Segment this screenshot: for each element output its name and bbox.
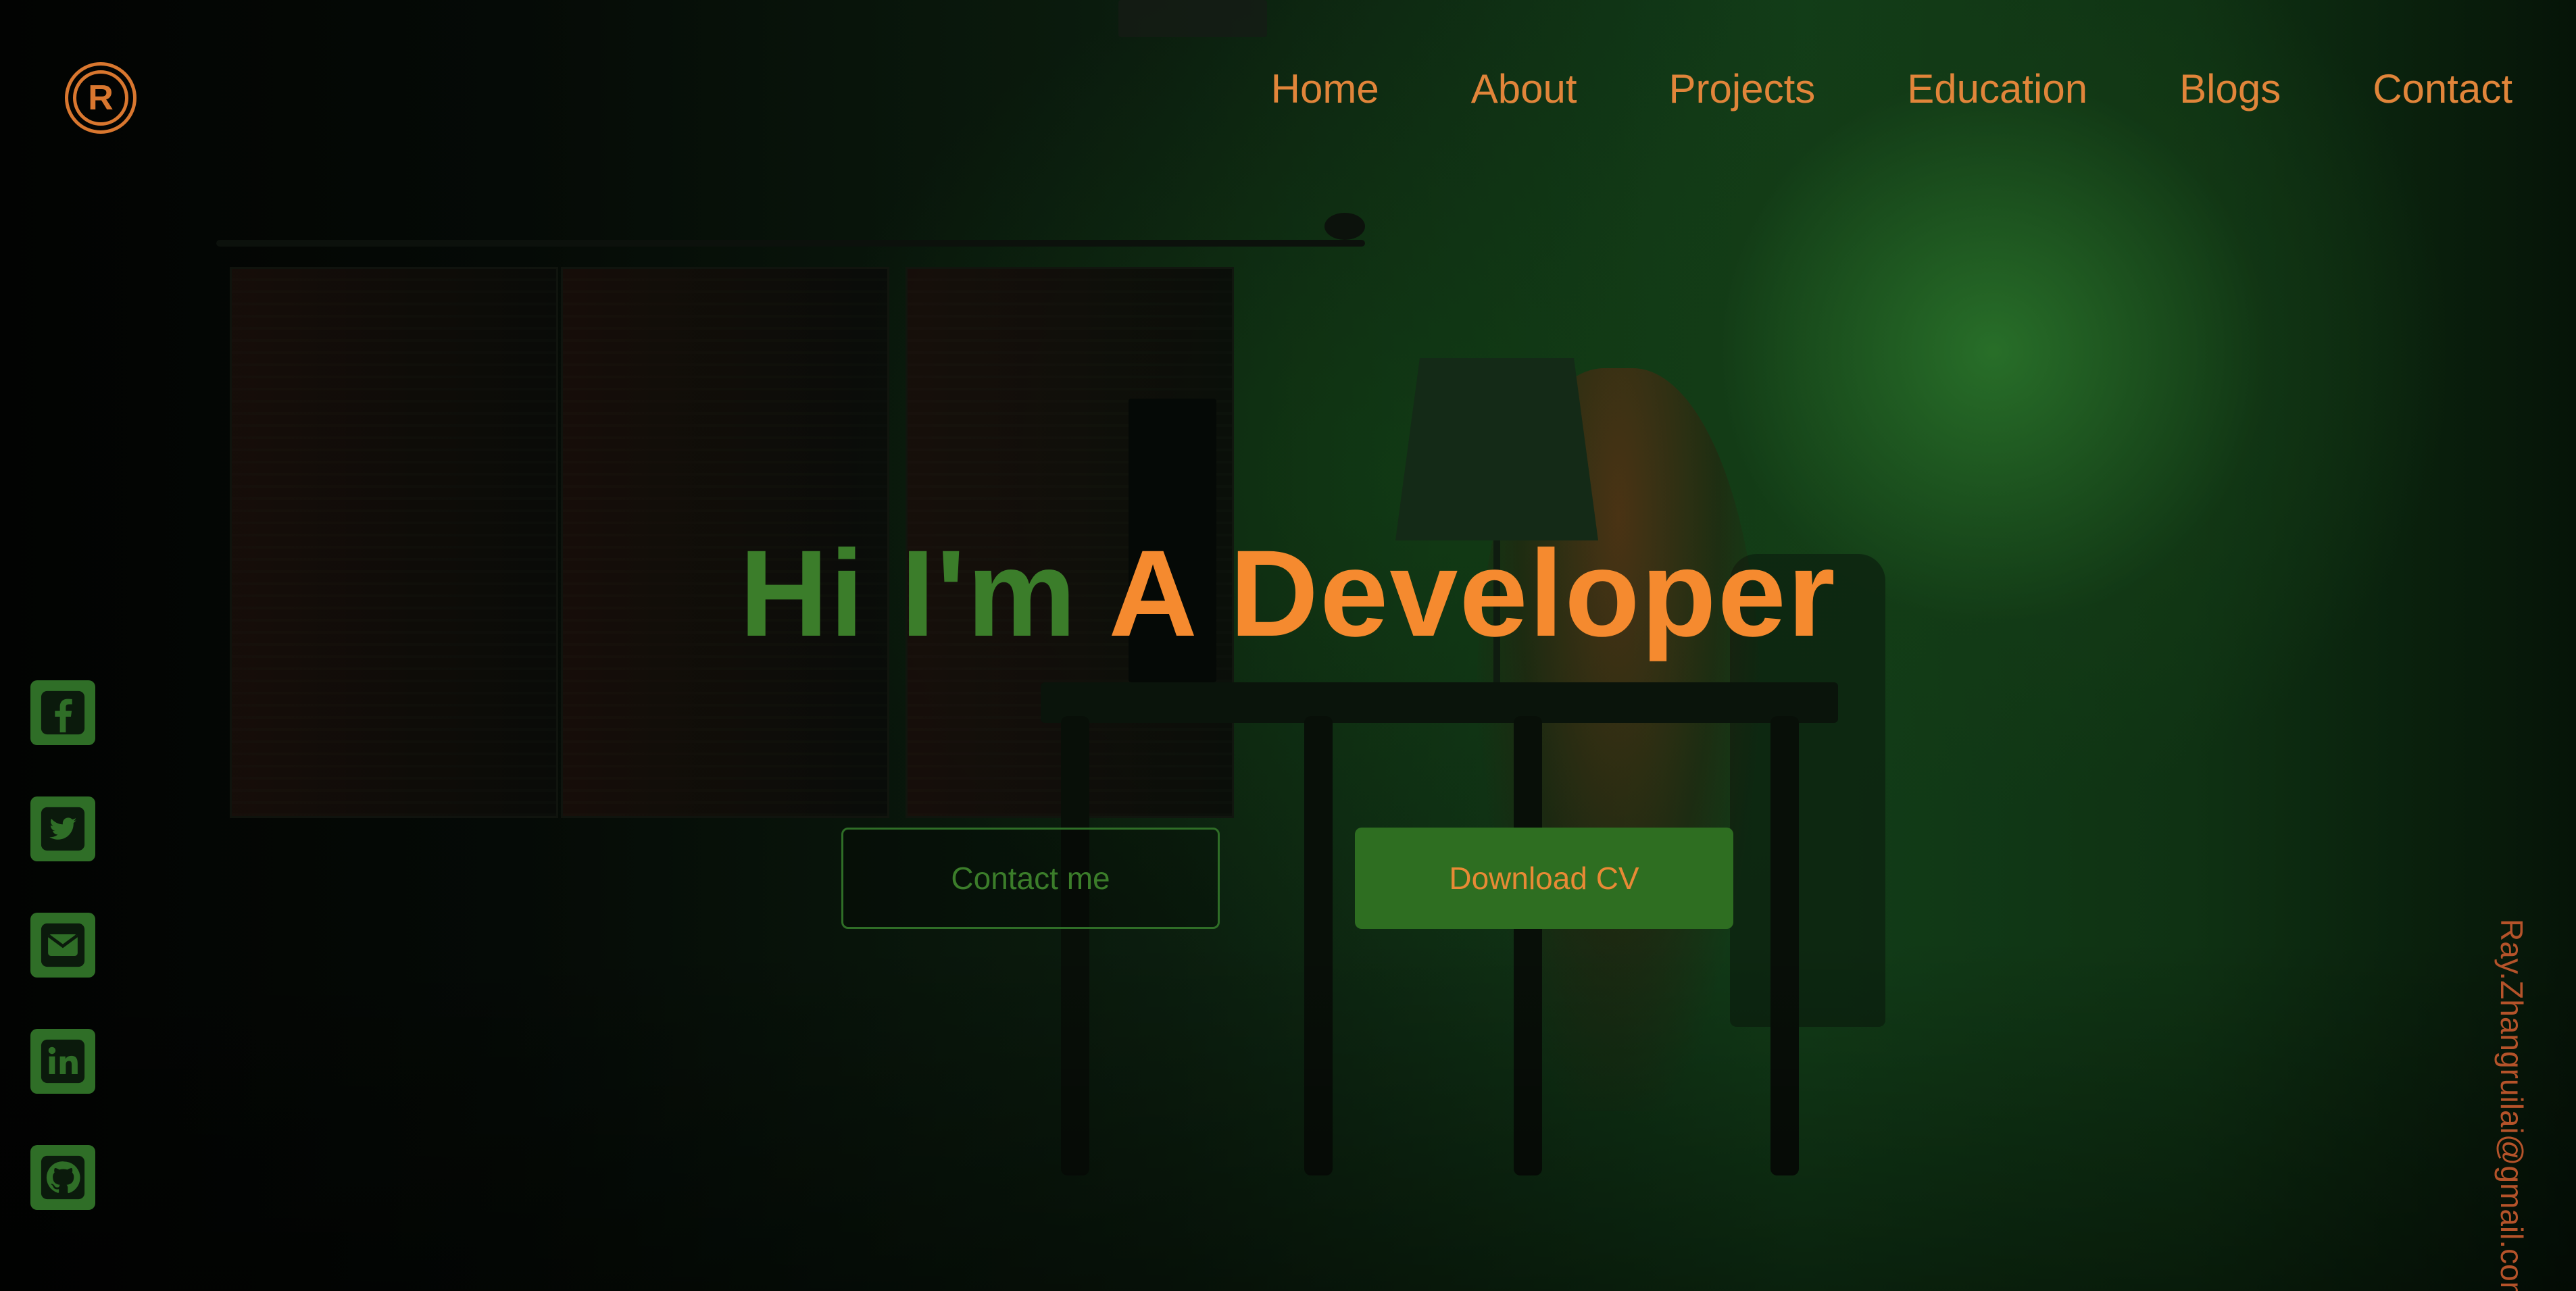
contact-me-button[interactable]: Contact me [841, 828, 1220, 929]
nav-about[interactable]: About [1471, 62, 1577, 116]
hero-title-greeting: Hi I'm [739, 524, 1078, 662]
email-link[interactable] [30, 913, 95, 978]
hero-title-role: A Developer [1108, 524, 1837, 662]
curtain-rod [216, 240, 1365, 247]
email-text: Ray.Zhangruilai@gmail.com [2494, 919, 2529, 1291]
email-vertical[interactable]: Ray.Zhangruilai@gmail.com [2490, 919, 2531, 1291]
contact-me-label: Contact me [951, 861, 1110, 896]
github-link[interactable] [30, 1145, 95, 1210]
curtain-rod-end [1324, 213, 1365, 240]
nav-contact[interactable]: Contact [2373, 62, 2512, 116]
github-icon [41, 1155, 85, 1200]
download-cv-label: Download CV [1449, 861, 1639, 896]
hero-title: Hi I'm A Developer [0, 526, 2576, 661]
site-logo[interactable]: R [65, 62, 137, 134]
nav-blogs[interactable]: Blogs [2179, 62, 2281, 116]
logo-letter: R [88, 78, 114, 118]
logo-mark: R [73, 70, 128, 126]
nav-projects[interactable]: Projects [1669, 62, 1816, 116]
twitter-icon [41, 807, 85, 851]
floor-shadow [0, 940, 2576, 1291]
main-nav: Home About Projects Education Blogs Cont… [1271, 62, 2512, 116]
ceiling-vent [1118, 0, 1267, 37]
desk [1041, 682, 1838, 723]
email-icon [41, 923, 85, 967]
linkedin-link[interactable] [30, 1029, 95, 1094]
nav-home[interactable]: Home [1271, 62, 1379, 116]
twitter-link[interactable] [30, 796, 95, 861]
facebook-icon [41, 690, 85, 735]
download-cv-button[interactable]: Download CV [1355, 828, 1733, 929]
facebook-link[interactable] [30, 680, 95, 745]
nav-education[interactable]: Education [1907, 62, 2087, 116]
lamp-shade [1395, 358, 1598, 540]
linkedin-icon [41, 1039, 85, 1084]
